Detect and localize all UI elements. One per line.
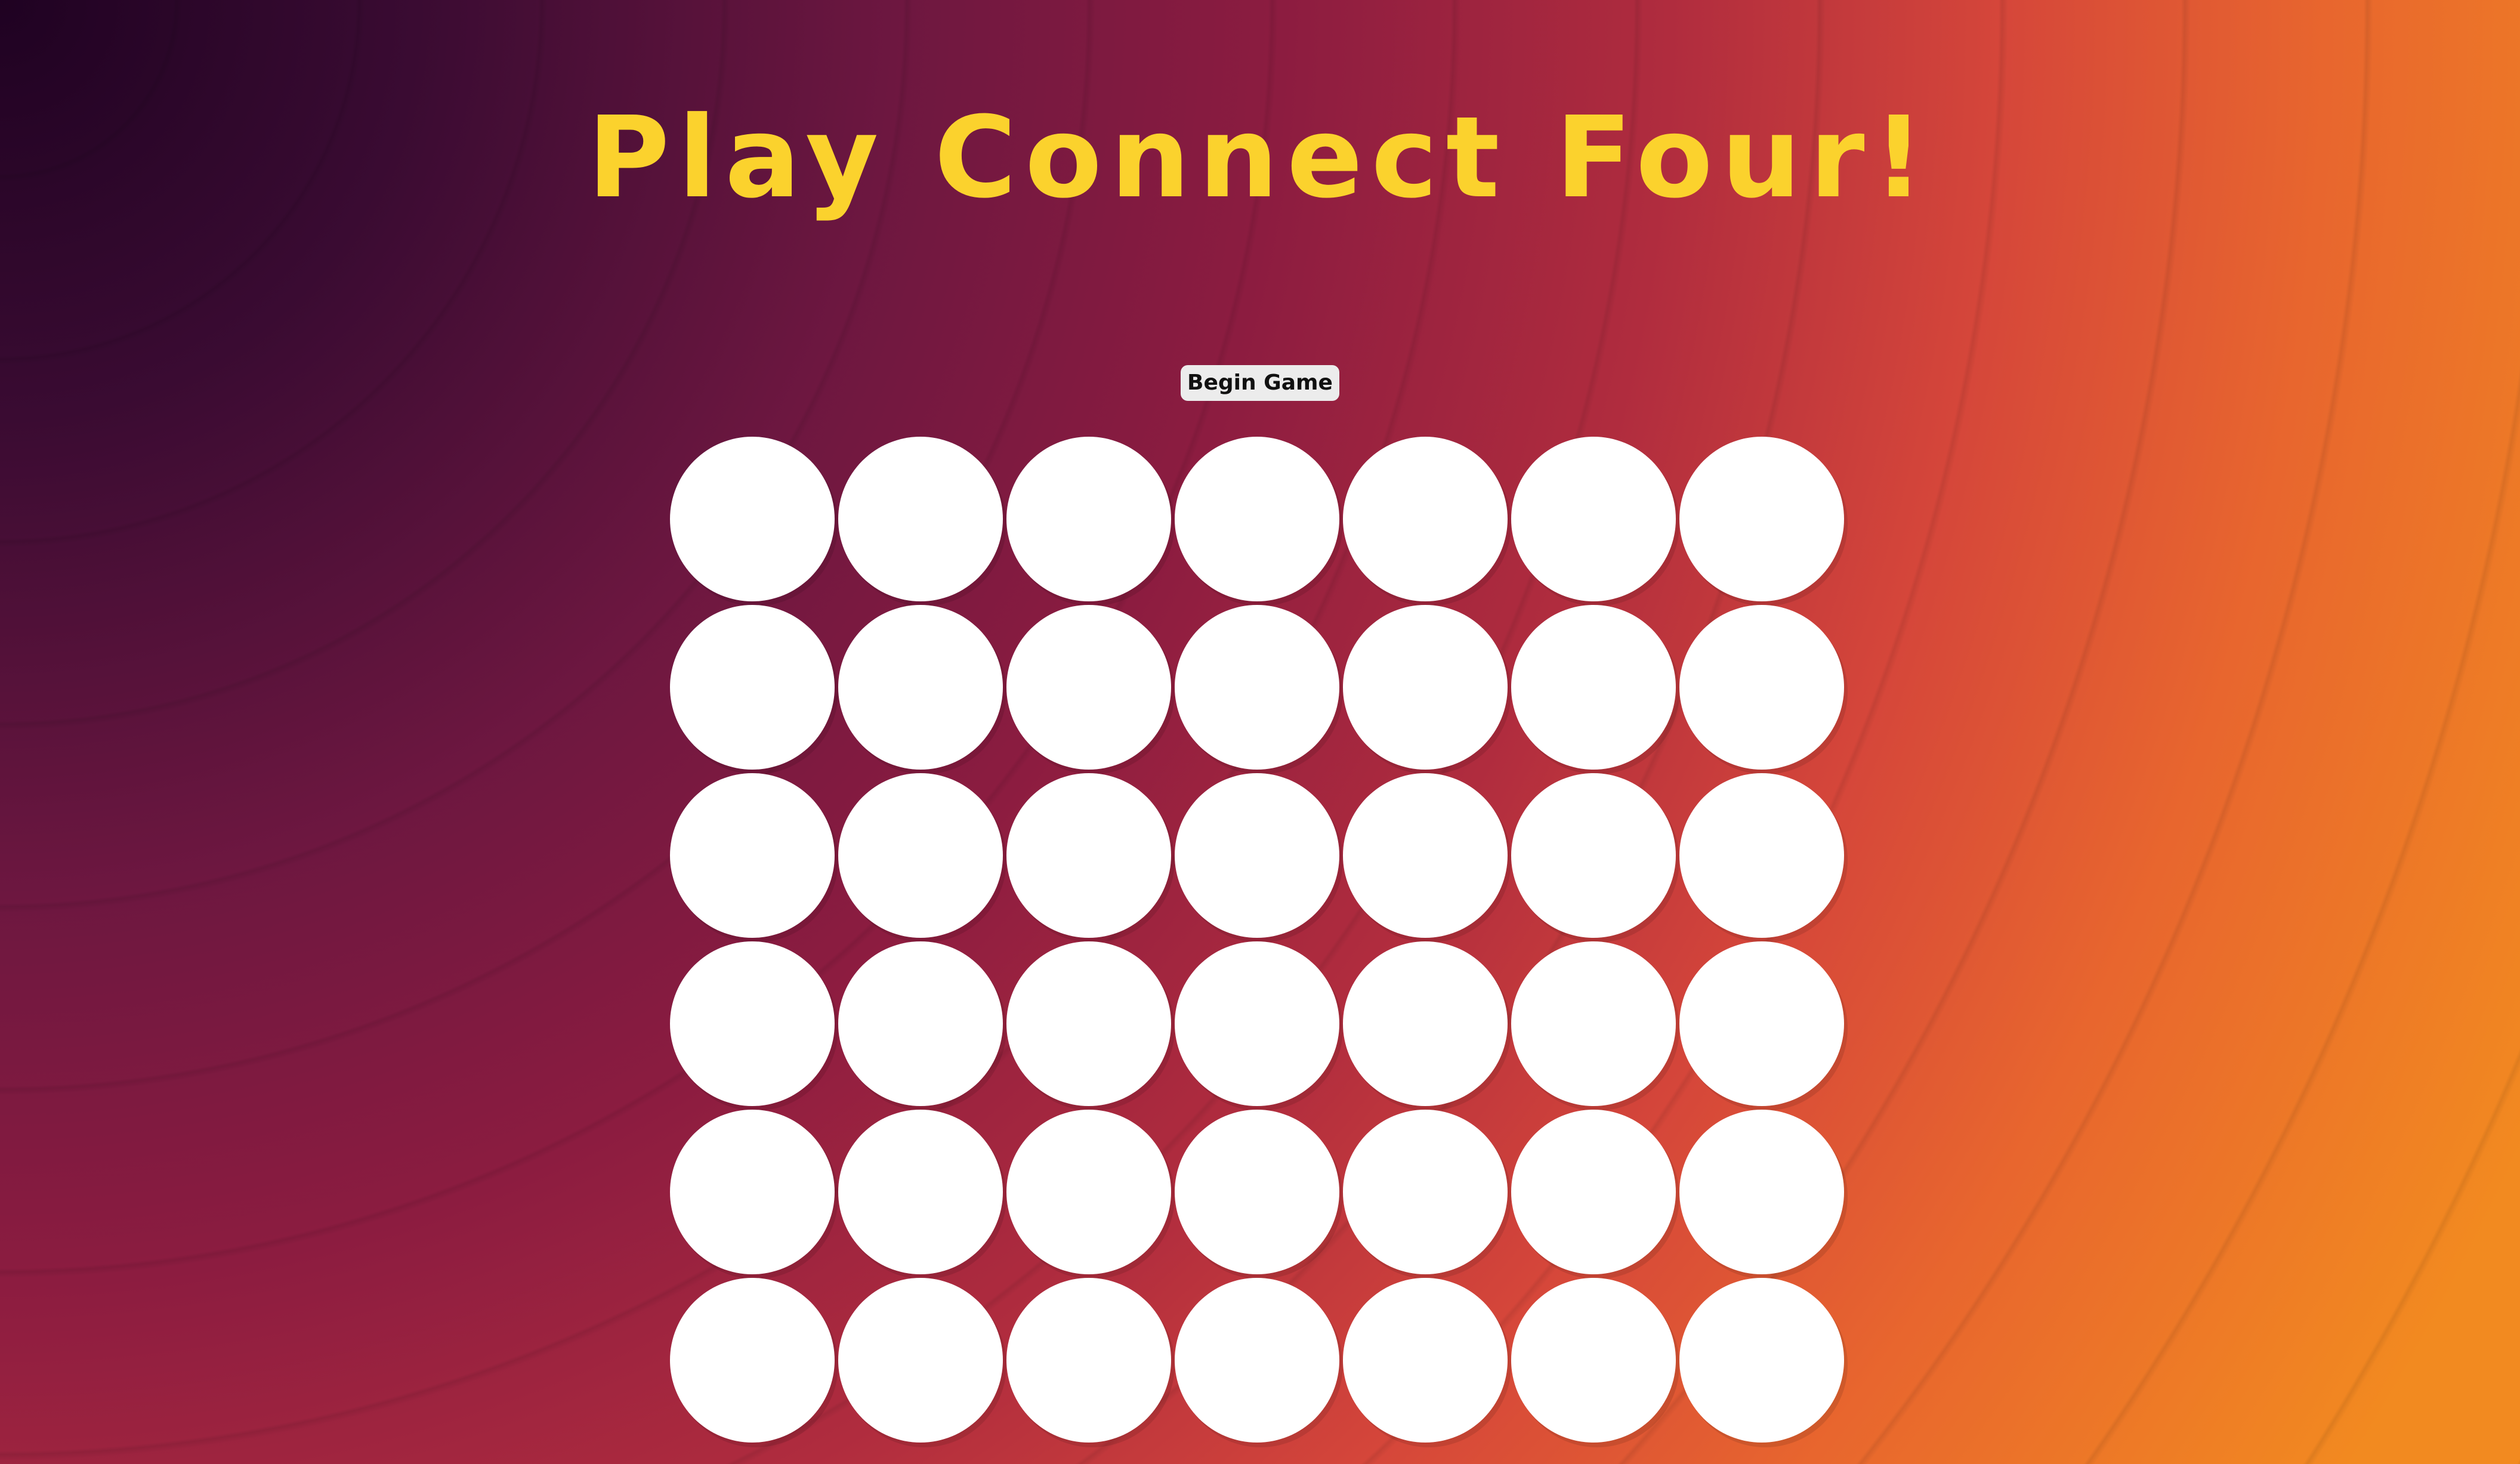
board-cell[interactable] [1343,1110,1508,1274]
board-cell[interactable] [1679,941,1844,1106]
board-cell[interactable] [1175,1110,1339,1274]
board-cell[interactable] [1175,773,1339,938]
board-cell[interactable] [1343,941,1508,1106]
board-cell[interactable] [1006,941,1171,1106]
board-cell[interactable] [1511,941,1676,1106]
board-cell[interactable] [1175,941,1339,1106]
board-cell[interactable] [1511,437,1676,601]
board-cell[interactable] [1511,1110,1676,1274]
board-cell[interactable] [1006,773,1171,938]
board-cell[interactable] [1175,437,1339,601]
board-cell[interactable] [1679,1278,1844,1443]
board-cell[interactable] [670,605,835,770]
board-cell[interactable] [838,941,1003,1106]
game-board [670,437,1854,1451]
board-cell[interactable] [838,605,1003,770]
board-cell[interactable] [670,1278,835,1443]
board-cell[interactable] [1511,605,1676,770]
begin-game-button[interactable]: Begin Game [1181,365,1339,401]
board-cell[interactable] [1343,1278,1508,1443]
board-cell[interactable] [1679,1110,1844,1274]
board-cell[interactable] [1006,605,1171,770]
board-cell[interactable] [1511,1278,1676,1443]
board-cell[interactable] [1511,773,1676,938]
board-cell[interactable] [838,1278,1003,1443]
board-cell[interactable] [1006,437,1171,601]
page-title: Play Connect Four! [587,92,1933,223]
board-cell[interactable] [1343,437,1508,601]
board-cell[interactable] [1006,1278,1171,1443]
board-cell[interactable] [1175,1278,1339,1443]
board-cell[interactable] [1006,1110,1171,1274]
board-cell[interactable] [1679,773,1844,938]
board-cell[interactable] [1679,605,1844,770]
board-cell[interactable] [838,773,1003,938]
board-cell[interactable] [1343,773,1508,938]
board-cell[interactable] [670,773,835,938]
board-cell[interactable] [670,1110,835,1274]
board-cell[interactable] [838,437,1003,601]
board-cell[interactable] [1343,605,1508,770]
board-cell[interactable] [670,941,835,1106]
board-cell[interactable] [670,437,835,601]
board-cell[interactable] [838,1110,1003,1274]
board-cell[interactable] [1679,437,1844,601]
board-cell[interactable] [1175,605,1339,770]
